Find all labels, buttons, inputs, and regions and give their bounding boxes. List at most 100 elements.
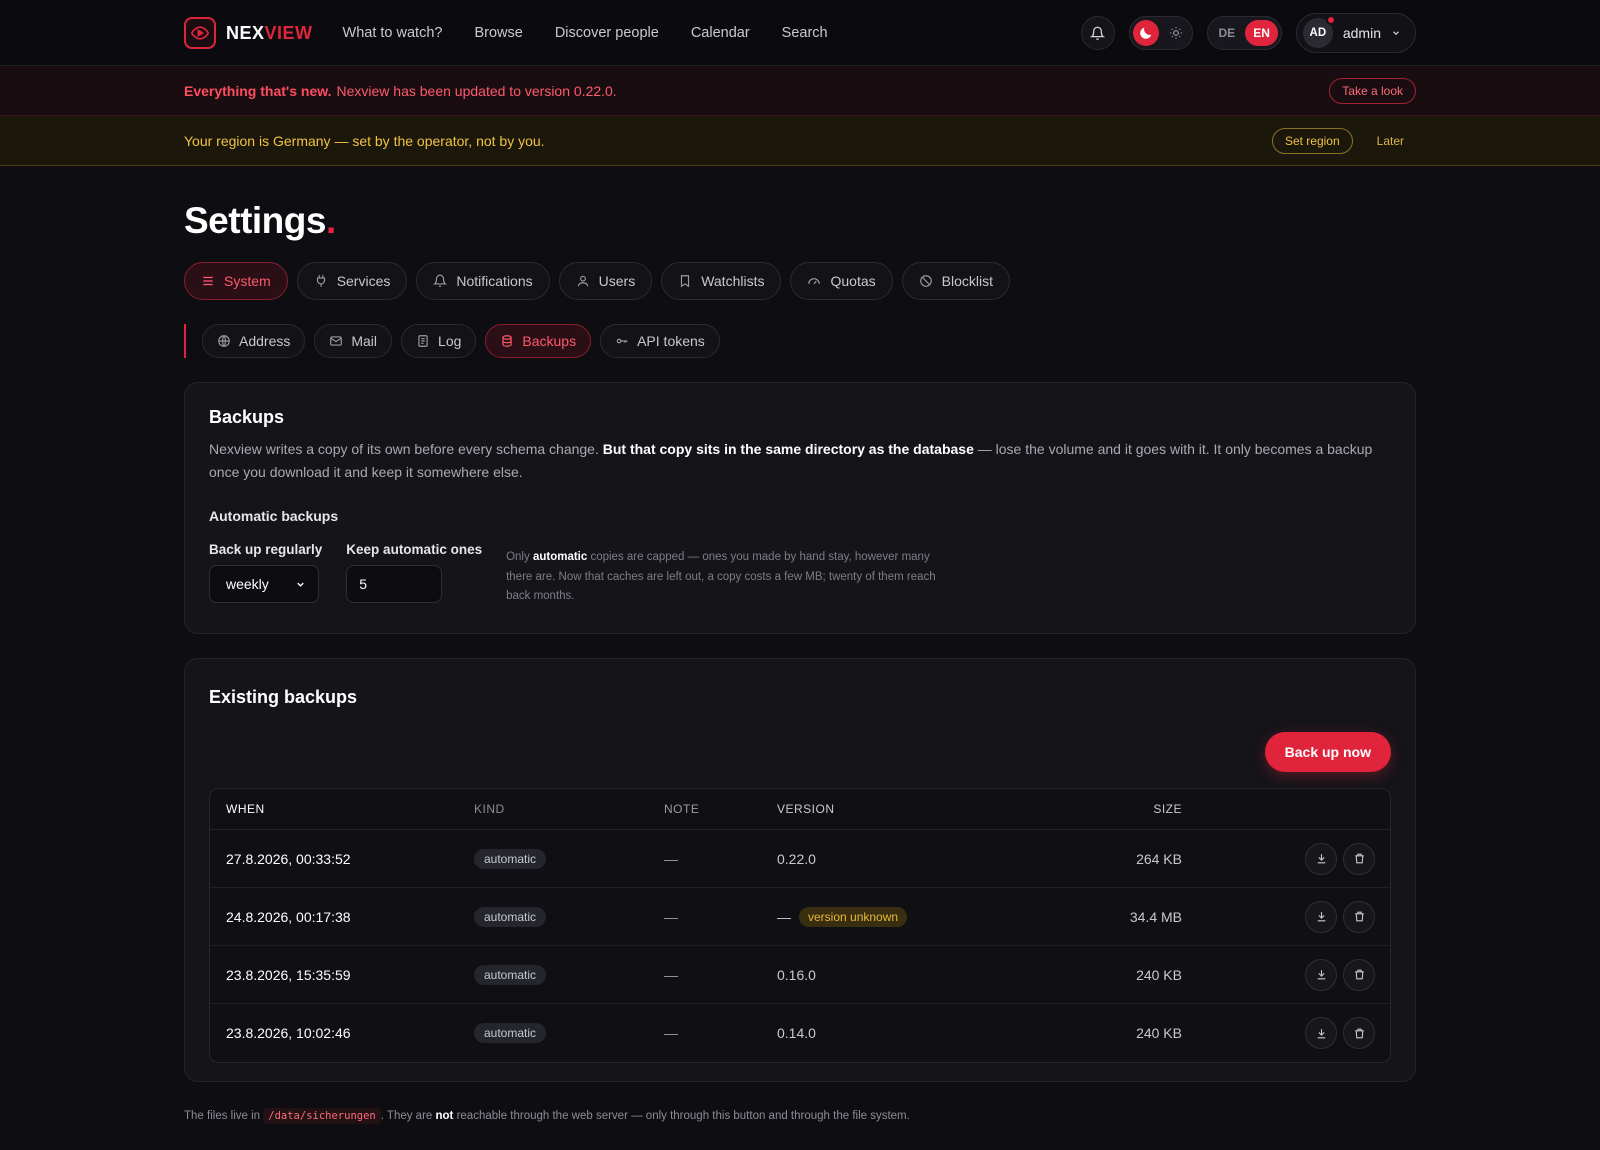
row-note: — [664,850,678,867]
backup-interval-field: Back up regularly weekly [209,542,322,603]
page-title: Settings. [184,200,1416,242]
table-header: WHEN KIND NOTE VERSION SIZE [210,789,1390,830]
update-banner: Everything that's new. Nexview has been … [0,66,1600,116]
row-actions [1182,958,1390,991]
row-kind: automatic [474,906,664,927]
retention-hint: Only automatic copies are capped — ones … [506,548,952,607]
nav-calendar[interactable]: Calendar [691,25,750,41]
row-kind: automatic [474,848,664,869]
desc-part: Nexview writes a copy of its own before … [209,441,603,457]
col-when[interactable]: WHEN [210,802,474,816]
table-row: 23.8.2026, 15:35:59 automatic — 0.16.0 2… [210,946,1390,1004]
backups-card: Backups Nexview writes a copy of its own… [184,382,1416,634]
language-toggle: DE EN [1206,16,1282,50]
tab-services[interactable]: Services [296,262,408,300]
language-en[interactable]: EN [1245,20,1278,46]
set-region-button[interactable]: Set region [1271,128,1353,154]
back-up-now-button[interactable]: Back up now [1264,732,1391,772]
region-banner-text: Your region is Germany — set by the oper… [184,133,545,149]
tab-notifications[interactable]: Notifications [416,262,550,300]
delete-button[interactable] [1343,1017,1375,1049]
take-a-look-button[interactable]: Take a look [1329,78,1416,104]
user-menu[interactable]: AD admin [1295,13,1416,53]
col-version[interactable]: VERSION [777,802,1002,816]
backup-interval-label: Back up regularly [209,542,323,557]
trash-icon [1354,1028,1364,1038]
tab-system[interactable]: System [184,262,288,300]
page-title-text: Settings [184,200,326,241]
table-row: 24.8.2026, 00:17:38 automatic — — version… [210,888,1390,946]
bell-icon [433,274,448,287]
download-button[interactable] [1305,1017,1337,1049]
trash-icon [1354,853,1364,864]
mail-icon [330,336,343,346]
nav-what-to-watch[interactable]: What to watch? [343,25,443,41]
subtab-mail[interactable]: Mail [314,324,393,358]
row-size: 34.4 MB [1129,908,1182,925]
keep-count-field: Keep automatic ones 5 [346,542,482,603]
footer-part: . They are [380,1110,436,1122]
delete-button[interactable] [1343,900,1375,933]
subtab-backups[interactable]: Backups [485,324,592,358]
row-actions [1182,1017,1390,1049]
tab-label: Notifications [456,273,533,289]
subtab-api-tokens[interactable]: API tokens [600,324,720,358]
theme-light-button[interactable] [1163,20,1189,46]
notifications-button[interactable] [1080,16,1115,50]
kind-badge: automatic [474,964,547,985]
keep-count-label: Keep automatic ones [346,542,483,557]
tab-blocklist[interactable]: Blocklist [901,262,1010,300]
tab-label: System [224,273,271,289]
tab-quotas[interactable]: Quotas [790,262,893,300]
footer-part: reachable through the web server — only … [453,1110,910,1122]
col-note[interactable]: NOTE [664,802,777,816]
ban-icon [919,275,932,287]
row-size: 240 KB [1136,966,1182,983]
download-button[interactable] [1305,842,1337,875]
nav-browse[interactable]: Browse [474,25,522,41]
theme-dark-button[interactable] [1132,20,1159,46]
delete-button[interactable] [1343,958,1375,991]
table-row: 23.8.2026, 10:02:46 automatic — 0.14.0 2… [210,1004,1390,1062]
version-text: 0.16.0 [777,966,816,983]
database-icon [502,335,513,347]
key-icon [616,338,628,344]
footer-bold: not [435,1110,454,1122]
tab-label: Quotas [830,273,876,289]
subtab-label: Backups [522,333,577,349]
delete-button[interactable] [1343,842,1375,875]
existing-backups-actions: Back up now [209,696,1391,772]
eye-play-icon [184,17,216,49]
tab-watchlists[interactable]: Watchlists [661,262,782,300]
avatar-initials: AD [1309,27,1327,39]
trash-icon [1354,911,1364,922]
row-when: 24.8.2026, 00:17:38 [226,908,351,925]
language-de[interactable]: DE [1211,20,1244,46]
later-button[interactable]: Later [1365,128,1416,154]
chevron-down-icon [297,582,304,587]
sun-icon [1169,27,1182,39]
subtab-address[interactable]: Address [202,324,306,358]
download-icon [1317,912,1325,922]
tab-users[interactable]: Users [558,262,653,300]
keep-count-input[interactable]: 5 [346,565,443,603]
subtab-label: API tokens [637,333,705,349]
nav-search[interactable]: Search [782,25,828,41]
version-text: 0.14.0 [777,1025,816,1041]
backup-interval-select[interactable]: weekly [209,565,319,603]
theme-toggle [1128,16,1193,50]
chevron-down-icon [1393,31,1399,36]
col-size[interactable]: SIZE [1002,802,1182,816]
brand-first: NEX [226,22,265,43]
col-kind[interactable]: KIND [474,802,664,816]
download-button[interactable] [1305,958,1337,991]
logo[interactable]: NEXVIEW [184,17,313,49]
plug-icon [316,275,325,287]
user-name: admin [1342,25,1381,41]
download-button[interactable] [1305,900,1337,933]
region-banner: Your region is Germany — set by the oper… [0,116,1600,166]
subtab-log[interactable]: Log [401,324,477,358]
nav-discover-people[interactable]: Discover people [555,25,659,41]
storage-location-note: The files live in /data/sicherungen. The… [184,1108,1416,1124]
trash-icon [1354,969,1364,980]
